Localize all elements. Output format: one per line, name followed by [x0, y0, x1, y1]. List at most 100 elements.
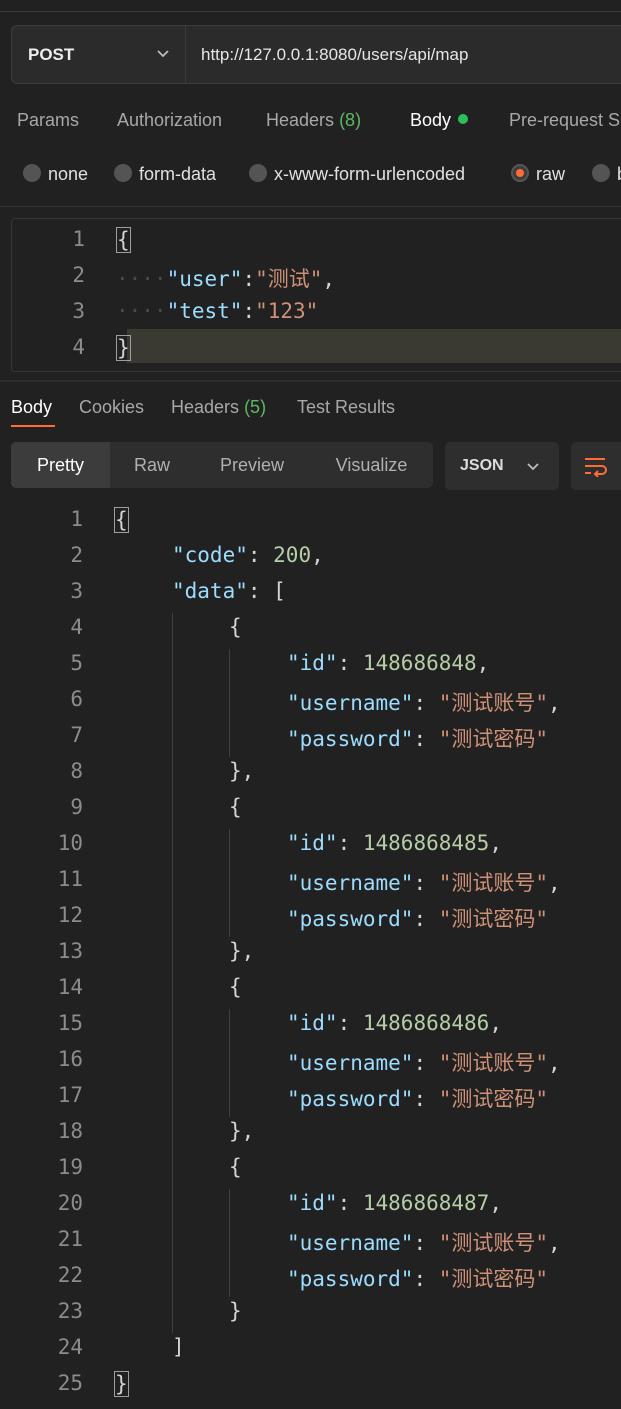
- json-number: 1486868485: [362, 831, 490, 855]
- brace: {: [116, 227, 131, 253]
- json-punctuation: ,: [311, 543, 324, 567]
- wrap-lines-button[interactable]: [571, 442, 621, 490]
- code-line: {: [229, 795, 242, 819]
- json-number: 1486868486: [362, 1011, 490, 1035]
- line-number: 4: [70, 615, 83, 639]
- line-number: 21: [57, 1227, 83, 1251]
- view-visualize-button[interactable]: Visualize: [310, 442, 433, 488]
- code-line: "password": "测试密码": [287, 903, 548, 933]
- json-punctuation: :: [413, 907, 439, 931]
- response-tabs: Body Cookies Headers (5) Test Results: [0, 390, 621, 430]
- json-key: "test": [166, 299, 243, 323]
- view-preview-button[interactable]: Preview: [194, 442, 310, 488]
- line-number: 14: [57, 975, 83, 999]
- radio-urlencoded[interactable]: [249, 164, 267, 182]
- json-key: "password": [287, 907, 414, 931]
- tab-body-label: Body: [410, 110, 452, 130]
- radio-form-data-label: form-data: [139, 164, 217, 184]
- line-number: 1: [70, 507, 83, 531]
- radio-form-data[interactable]: [114, 164, 132, 182]
- brace: }: [116, 335, 131, 361]
- indent-guide: [229, 649, 230, 757]
- json-punctuation: {: [229, 1155, 242, 1179]
- radio-urlencoded-label: x-www-form-urlencoded: [274, 164, 466, 184]
- code-line: "id": 148686848,: [287, 651, 489, 675]
- json-string: "测试账号": [438, 1231, 549, 1255]
- code-line: "username": "测试账号",: [287, 1047, 561, 1077]
- code-line: "username": "测试账号",: [287, 867, 561, 897]
- code-line: ]: [172, 1335, 185, 1359]
- line-number: 10: [57, 831, 83, 855]
- json-string: "测试账号": [438, 691, 549, 715]
- format-select[interactable]: JSON: [445, 442, 559, 490]
- json-punctuation: ,: [489, 831, 502, 855]
- radio-raw[interactable]: [511, 164, 529, 182]
- line-number: 1: [72, 227, 85, 251]
- json-string: "测试": [255, 267, 323, 291]
- code-line: {: [114, 507, 129, 533]
- line-number: 7: [70, 723, 83, 747]
- json-punctuation: }: [229, 1299, 242, 1323]
- json-string: "123": [255, 299, 319, 323]
- url-input[interactable]: http://127.0.0.1:8080/users/api/map: [201, 45, 468, 65]
- view-raw-button[interactable]: Raw: [110, 442, 194, 488]
- resp-tab-body[interactable]: Body: [11, 397, 52, 418]
- code-line: {: [229, 615, 242, 639]
- json-key: "user": [166, 267, 243, 291]
- json-key: "code": [172, 543, 248, 567]
- json-key: "password": [287, 1267, 414, 1291]
- tab-headers-label: Headers: [266, 110, 335, 130]
- line-number: 15: [57, 1011, 83, 1035]
- brace: {: [114, 507, 129, 533]
- tab-prerequest[interactable]: Pre-request S: [509, 110, 620, 131]
- line-number: 3: [72, 299, 85, 323]
- line-number: 11: [57, 867, 83, 891]
- line-number: 20: [57, 1191, 83, 1215]
- method-select[interactable]: POST: [12, 26, 186, 83]
- radio-none-label: none: [48, 164, 89, 184]
- response-body-viewer: 1 {2 "code": 200, 3 "data": [4 {5 "id": 148686…: [0, 505, 621, 1409]
- radio-binary-label: b: [617, 164, 621, 185]
- line-number: 6: [70, 687, 83, 711]
- json-punctuation: :: [413, 727, 439, 751]
- code-line: "id": 1486868486,: [287, 1011, 502, 1035]
- json-punctuation: :: [337, 651, 363, 675]
- json-punctuation: {: [229, 615, 242, 639]
- line-number: 23: [57, 1299, 83, 1323]
- tab-body[interactable]: Body: [410, 110, 469, 131]
- body-indicator-dot: [458, 114, 469, 124]
- radio-none[interactable]: [23, 164, 41, 182]
- json-punctuation: ,: [476, 651, 490, 675]
- json-key: "id": [287, 831, 338, 855]
- json-key: "username": [287, 871, 414, 895]
- json-string: "测试账号": [438, 871, 549, 895]
- view-mode-switch: Pretty Raw Preview Visualize: [11, 442, 433, 488]
- code-line: }: [229, 1299, 242, 1323]
- pane-splitter[interactable]: [0, 380, 621, 382]
- tab-authorization[interactable]: Authorization: [117, 110, 222, 131]
- json-punctuation: },: [229, 759, 255, 783]
- json-string: "测试密码": [438, 1087, 549, 1111]
- active-tab-underline: [11, 425, 55, 427]
- code-line: "id": 1486868485,: [287, 831, 502, 855]
- json-punctuation: :: [337, 831, 363, 855]
- json-punctuation: :: [413, 1231, 439, 1255]
- resp-tab-test-results[interactable]: Test Results: [297, 397, 395, 418]
- resp-tab-cookies[interactable]: Cookies: [79, 397, 144, 418]
- current-line-highlight: [127, 329, 621, 363]
- json-punctuation: ,: [548, 1231, 561, 1255]
- view-pretty-button[interactable]: Pretty: [11, 442, 110, 488]
- tab-headers[interactable]: Headers (8): [266, 110, 361, 131]
- request-body-editor[interactable]: 1 2 3 4 { ····"user":"测试", ····"test":"1…: [11, 218, 621, 372]
- tab-params[interactable]: Params: [17, 110, 79, 131]
- request-url-bar: POST http://127.0.0.1:8080/users/api/map: [11, 25, 621, 84]
- code-line: {: [116, 227, 131, 253]
- body-type-selector: none form-data x-www-form-urlencoded raw…: [0, 160, 621, 190]
- code-line: "password": "测试密码": [287, 1083, 548, 1113]
- json-string: "测试账号": [438, 1051, 549, 1075]
- line-number: 8: [70, 759, 83, 783]
- resp-tab-headers[interactable]: Headers (5): [171, 397, 266, 418]
- code-line: "code": 200,: [172, 543, 324, 567]
- line-number: 25: [57, 1371, 83, 1395]
- radio-binary[interactable]: [592, 164, 610, 182]
